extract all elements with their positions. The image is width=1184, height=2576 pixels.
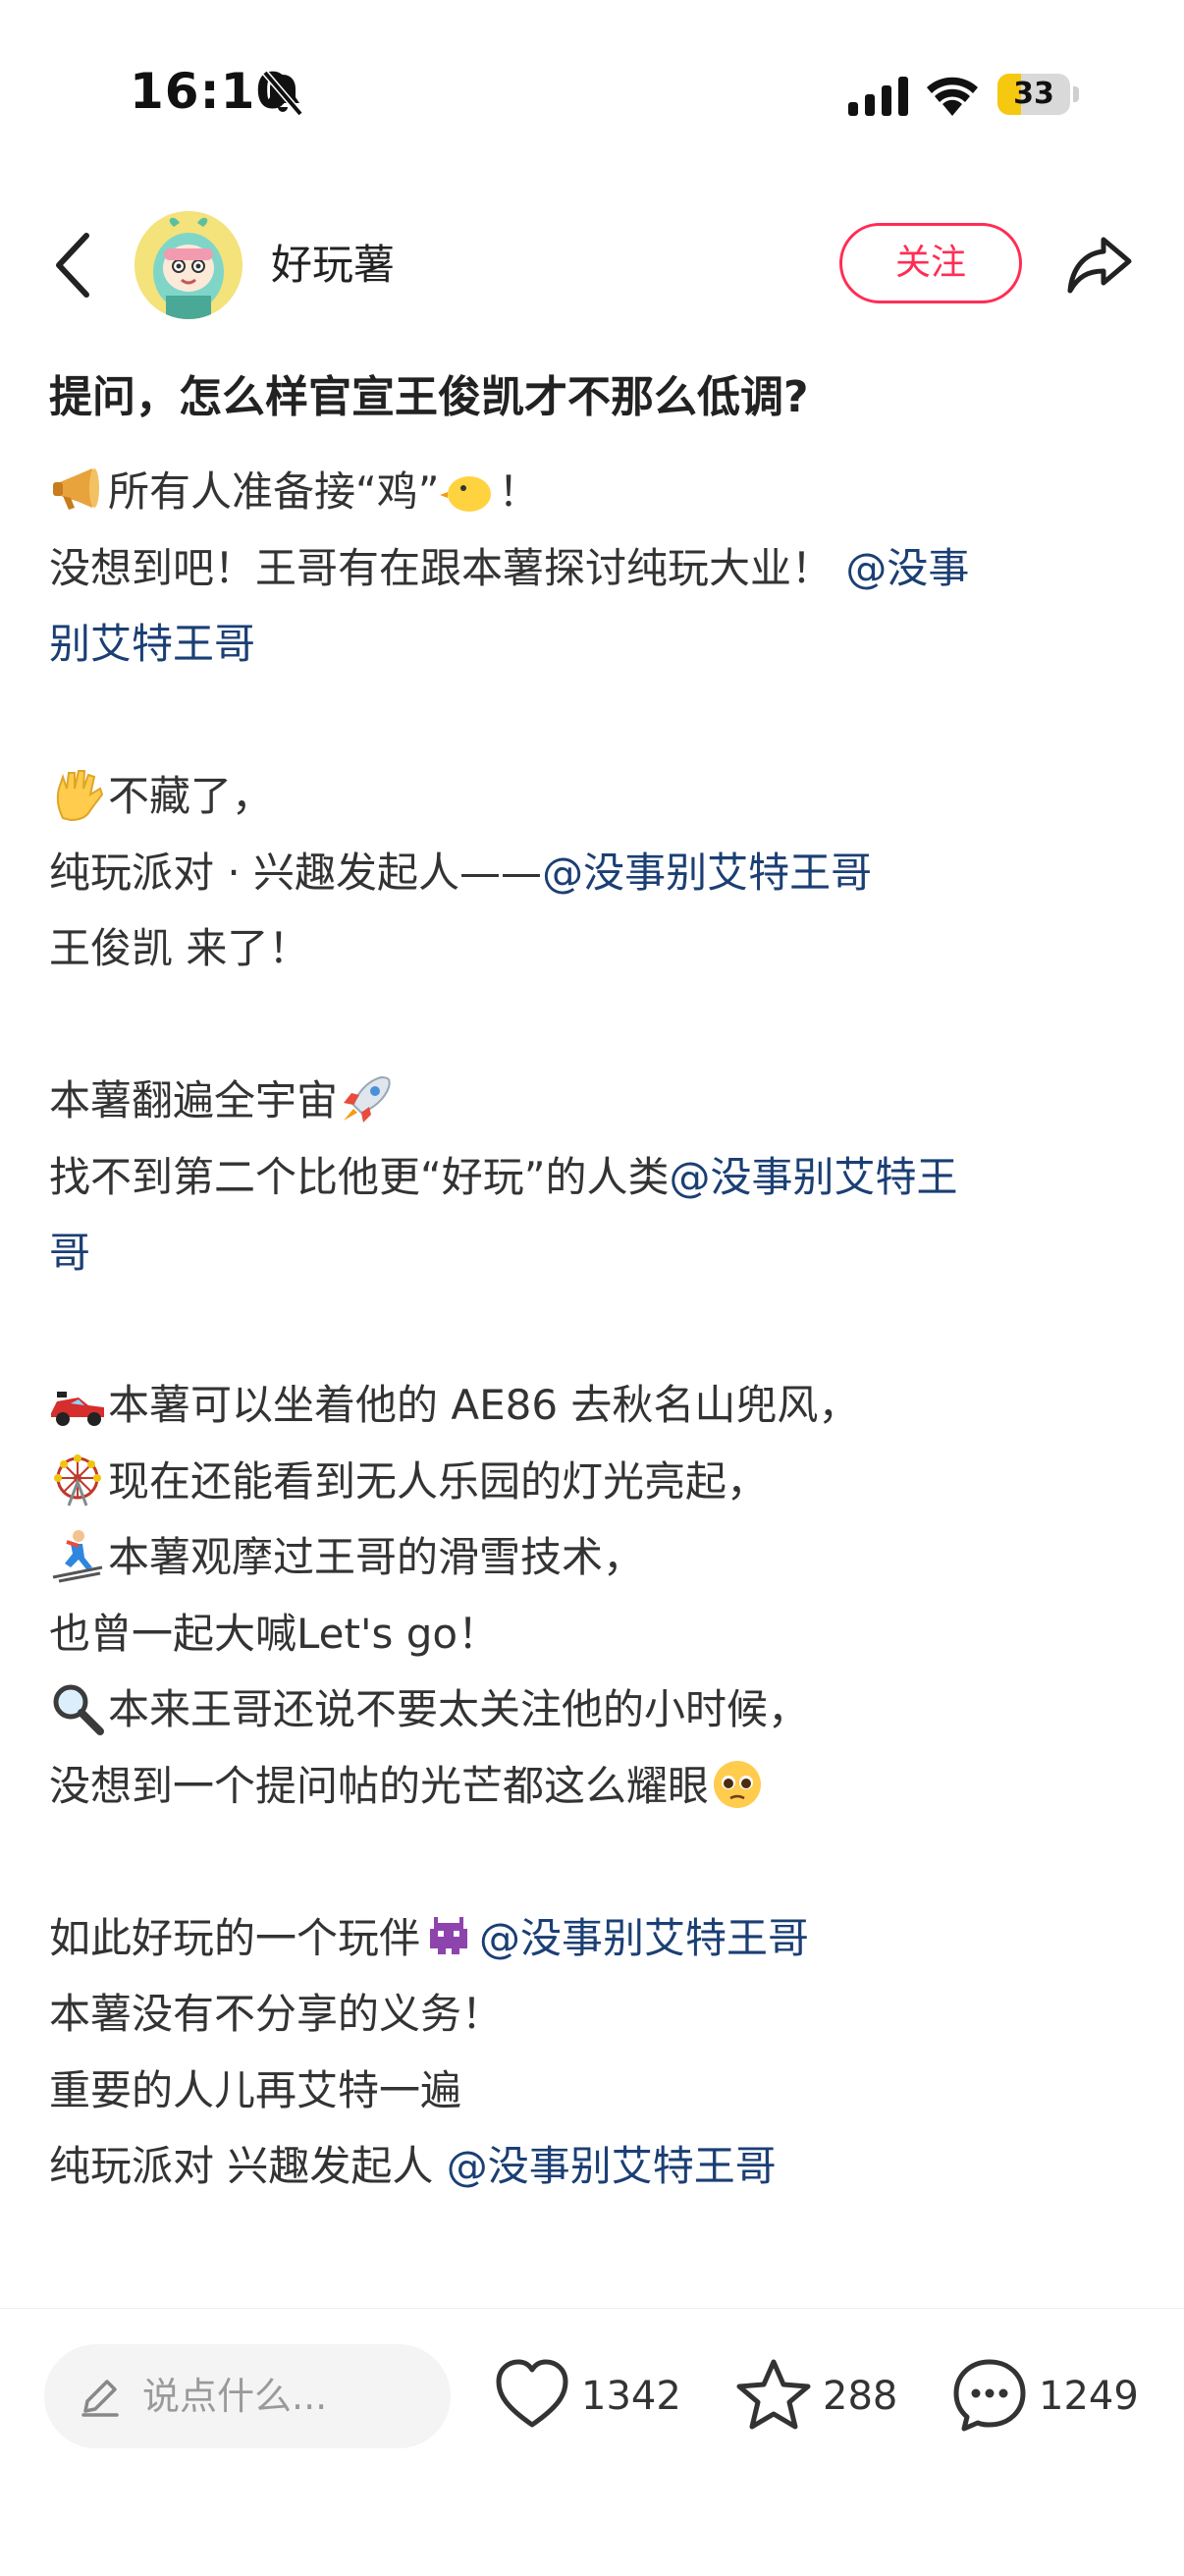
like-button[interactable]: 1342 [493, 2352, 689, 2440]
post-line: 本薯翻遍全宇宙 [49, 1063, 1139, 1139]
bell-off-icon [262, 71, 303, 116]
favorite-button[interactable]: 288 [734, 2352, 911, 2440]
post-line-text: 王俊凯 来了！ [49, 924, 310, 972]
follow-button[interactable]: 关注 [839, 223, 1022, 303]
post-body: 所有人准备接“鸡”！没想到吧！王哥有在跟本薯探讨纯玩大业！ @没事 别艾特王哥 不藏… [49, 454, 1139, 2205]
skier-emoji-icon [49, 1528, 106, 1583]
comment-count: 1249 [1039, 2374, 1139, 2419]
ferris-wheel-emoji-icon [49, 1452, 106, 1507]
post-line: 现在还能看到无人乐园的灯光亮起， [49, 1444, 1139, 1520]
bottom-action-bar: 说点什么... 1342 288 1249 [0, 2308, 1184, 2576]
pleading-face-emoji-icon [709, 1757, 766, 1812]
post-line-text: 本薯没有不分享的义务！ [49, 1990, 504, 2038]
post-line-text: 没想到一个提问帖的光芒都这么耀眼 [49, 1761, 710, 1810]
post-line: 所有人准备接“鸡” ！ [49, 454, 1139, 530]
post-line: 重要的人儿再艾特一遍 [49, 2053, 1139, 2129]
post-line: 找不到第二个比他更“好玩”的人类@没事别艾特王 [49, 1139, 1139, 1216]
post-line-text: 找不到第二个比他更“好玩”的人类 [49, 1152, 670, 1201]
pencil-icon [81, 2380, 119, 2417]
user-mention-link[interactable]: 别艾特王哥 [49, 620, 255, 668]
post-header: 好玩薯 关注 [0, 196, 1184, 334]
back-chevron-icon[interactable] [49, 226, 98, 304]
post-line: 也曾一起大喊Let's go！ [49, 1596, 1139, 1672]
baby-chick-emoji-icon [439, 463, 497, 518]
comment-button[interactable]: 1249 [950, 2352, 1147, 2440]
post-title: 提问，怎么样官宣王俊凯才不那么低调? [49, 372, 809, 422]
post-line-text: 本薯可以坐着他的 AE86 去秋名山兜风， [108, 1381, 860, 1429]
post-line-text: 现在还能看到无人乐园的灯光亮起， [108, 1456, 769, 1506]
post-line-text: 不藏了， [108, 772, 274, 820]
post-line: 纯玩派对 · 兴趣发起人——@没事别艾特王哥 [49, 835, 1139, 911]
post-line: 本薯观摩过王哥的滑雪技术， [49, 1519, 1139, 1596]
post-line-text: 本薯观摩过王哥的滑雪技术， [108, 1533, 645, 1581]
post-line-text: 如此好玩的一个玩伴 [49, 1913, 421, 1962]
speech-bubble-icon [953, 2359, 1026, 2432]
share-arrow-icon[interactable] [1064, 232, 1135, 297]
comment-placeholder: 说点什么... [142, 2375, 328, 2418]
post-line: 哥 [49, 1215, 1139, 1291]
post-line: 不藏了， [49, 758, 1139, 835]
potato-mascot-icon [135, 211, 242, 319]
post-line: 本来王哥还说不要太关注他的小时候， [49, 1672, 1139, 1748]
magnifying-glass-emoji-icon [49, 1680, 106, 1735]
post-line: 纯玩派对 兴趣发起人 @没事别艾特王哥 [49, 2128, 1139, 2205]
rocket-emoji-icon [338, 1071, 395, 1126]
like-count: 1342 [581, 2374, 681, 2419]
star-icon [736, 2359, 811, 2430]
favorite-count: 288 [823, 2374, 898, 2419]
post-line: 别艾特王哥 [49, 606, 1139, 683]
cellular-signal-icon [848, 77, 908, 116]
user-mention-link[interactable]: @没事别艾特王哥 [479, 1914, 809, 1962]
megaphone-emoji-icon [49, 463, 106, 518]
user-mention-link[interactable]: @没事 [845, 544, 969, 592]
avatar[interactable] [135, 211, 242, 319]
post-line: 没想到吧！王哥有在跟本薯探讨纯玩大业！ @没事 [49, 530, 1139, 607]
post-line-text: 本来王哥还说不要太关注他的小时候， [108, 1685, 810, 1733]
user-mention-link[interactable]: 哥 [49, 1229, 90, 1277]
post-line: 本薯没有不分享的义务！ [49, 1976, 1139, 2053]
heart-icon [496, 2359, 568, 2428]
post-line: 没想到一个提问帖的光芒都这么耀眼 [49, 1748, 1139, 1825]
post-line-text: 所有人准备接“鸡” [108, 467, 440, 516]
post-line-text: 没想到吧！王哥有在跟本薯探讨纯玩大业！ [49, 543, 846, 592]
comment-input[interactable]: 说点什么... [44, 2344, 451, 2448]
racing-car-emoji-icon [49, 1376, 106, 1431]
user-mention-link[interactable]: @没事别艾特王哥 [542, 849, 872, 897]
post-line-text: 纯玩派对 · 兴趣发起人—— [49, 848, 543, 897]
raised-hand-emoji-icon [49, 767, 106, 822]
post-line-text: 也曾一起大喊Let's go！ [49, 1609, 500, 1658]
battery-icon: 33 [997, 74, 1080, 115]
author-name[interactable]: 好玩薯 [271, 236, 395, 295]
post-line-text: 重要的人儿再艾特一遍 [49, 2065, 462, 2114]
post-line: 本薯可以坐着他的 AE86 去秋名山兜风， [49, 1367, 1139, 1444]
post-line-text: 本薯翻遍全宇宙 [49, 1076, 339, 1124]
wifi-icon [927, 77, 978, 116]
battery-level: 33 [1013, 77, 1054, 111]
user-mention-link[interactable]: @没事别艾特王哥 [447, 2142, 777, 2190]
post-line-text: 纯玩派对 兴趣发起人 [49, 2142, 447, 2190]
user-mention-link[interactable]: @没事别艾特王 [670, 1153, 958, 1201]
status-bar: 16:10 33 [0, 0, 1184, 187]
alien-monster-emoji-icon [420, 1909, 477, 1964]
post-line-suffix: ！ [498, 467, 540, 516]
post-line: 王俊凯 来了！ [49, 910, 1139, 987]
post-line: 如此好玩的一个玩伴 @没事别艾特王哥 [49, 1900, 1139, 1977]
